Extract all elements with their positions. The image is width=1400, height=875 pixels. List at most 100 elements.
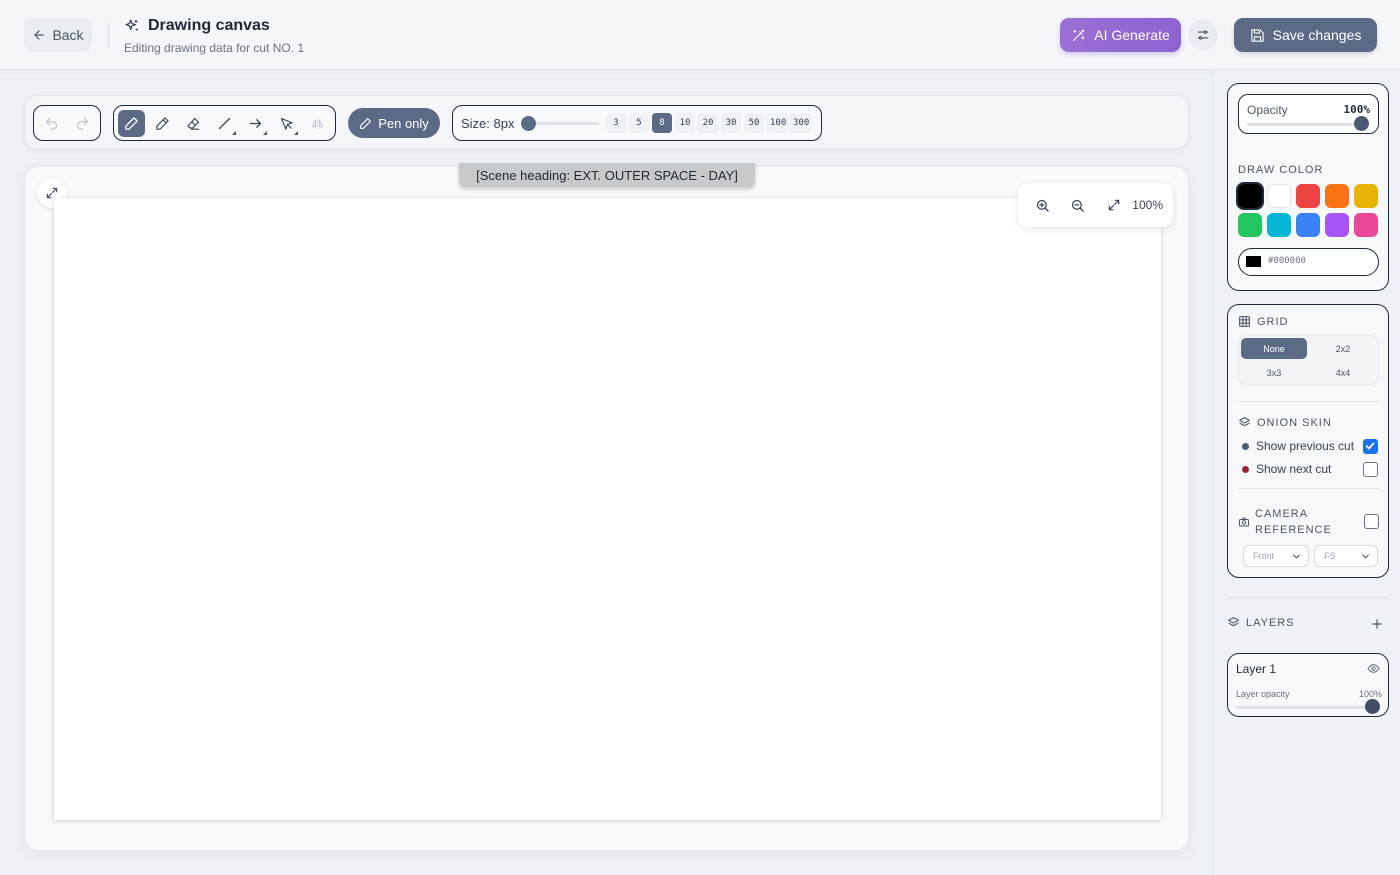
grid-option-2x2[interactable]: 2x2 <box>1310 338 1376 359</box>
camera-icon <box>1239 517 1249 527</box>
undo-icon <box>45 117 58 130</box>
color-swatch-06b6d4[interactable] <box>1267 213 1291 237</box>
brush-size-slider-handle[interactable] <box>521 116 536 131</box>
color-swatch-22c55e[interactable] <box>1238 213 1262 237</box>
show-next-row: Show next cut <box>1242 462 1331 476</box>
section-divider <box>1238 401 1379 402</box>
size-preset-30[interactable]: 30 <box>721 113 741 133</box>
color-swatch-f97316[interactable] <box>1325 184 1349 208</box>
layers-icon <box>1239 417 1250 427</box>
color-swatch-a855f7[interactable] <box>1325 213 1349 237</box>
ai-generate-button[interactable]: AI Generate <box>1060 18 1181 52</box>
grid-option-none[interactable]: None <box>1241 338 1307 359</box>
show-next-checkbox[interactable] <box>1363 462 1378 477</box>
guides-card: GRID None 2x2 3x3 4x4 ONION SKIN Show pr… <box>1227 304 1389 578</box>
pencil-tool-button[interactable] <box>149 110 176 137</box>
camera-reference-checkbox[interactable] <box>1364 514 1379 529</box>
color-swatch-ffffff[interactable] <box>1267 184 1291 208</box>
layer-opacity-label: Layer opacity <box>1236 689 1290 699</box>
layers-header: LAYERS <box>1227 614 1389 634</box>
back-label: Back <box>52 26 84 43</box>
arrow-tool-button[interactable] <box>242 110 269 137</box>
size-preset-20[interactable]: 20 <box>698 113 718 133</box>
expand-icon <box>1108 199 1120 211</box>
cursor-select-icon <box>280 117 293 130</box>
layer-opacity-handle[interactable] <box>1365 699 1380 714</box>
pencil-icon <box>156 116 169 130</box>
camera-shot-value: FS <box>1324 551 1336 561</box>
zoom-out-icon <box>1071 199 1084 212</box>
zoom-out-button[interactable] <box>1063 190 1092 220</box>
redo-button[interactable] <box>69 110 96 137</box>
pen-tool-button[interactable] <box>118 109 145 137</box>
size-preset-100[interactable]: 100 <box>767 113 790 133</box>
show-previous-row: Show previous cut <box>1242 439 1354 453</box>
camera-shot-select[interactable]: FS <box>1314 545 1378 567</box>
layers-label: LAYERS <box>1246 616 1295 629</box>
canvas-container: [Scene heading: EXT. OUTER SPACE - DAY] … <box>24 163 1189 851</box>
drawing-toolbar: Pen only Size: 8px 3 5 8 10 20 30 50 100 300 <box>24 95 1189 149</box>
ai-generate-label: AI Generate <box>1094 27 1170 43</box>
drawing-surface[interactable] <box>54 198 1161 820</box>
eraser-tool-button[interactable] <box>180 110 207 137</box>
layer-item[interactable]: Layer 1 Layer opacity 100% <box>1227 653 1389 717</box>
add-layer-button[interactable] <box>1367 614 1387 634</box>
opacity-control: Opacity 100% <box>1238 94 1379 134</box>
undo-button[interactable] <box>38 110 65 137</box>
color-swatch-eab308[interactable] <box>1354 184 1378 208</box>
layers-title: LAYERS <box>1227 616 1295 629</box>
show-previous-label: Show previous cut <box>1256 439 1355 453</box>
plus-icon <box>1372 619 1382 629</box>
size-preset-50[interactable]: 50 <box>744 113 764 133</box>
layer-visibility-toggle[interactable] <box>1367 662 1380 680</box>
layers-icon <box>1228 617 1239 627</box>
size-preset-300[interactable]: 300 <box>790 113 813 133</box>
size-preset-8[interactable]: 8 <box>652 113 672 133</box>
select-tool-button[interactable] <box>273 110 300 137</box>
zoom-in-icon <box>1036 199 1049 212</box>
color-swatch-3b82f6[interactable] <box>1296 213 1320 237</box>
opacity-slider-handle[interactable] <box>1354 116 1369 131</box>
arrow-right-icon <box>249 118 262 128</box>
settings-button[interactable] <box>1188 20 1218 50</box>
pen-only-label: Pen only <box>378 115 429 131</box>
submenu-corner-icon <box>263 130 267 135</box>
brush-size-group: Size: 8px 3 5 8 10 20 30 50 100 300 <box>452 105 822 141</box>
opacity-label: Opacity <box>1247 103 1288 117</box>
color-swatch-ec4899[interactable] <box>1354 213 1378 237</box>
back-button[interactable]: Back <box>24 18 92 51</box>
show-next-label: Show next cut <box>1256 462 1332 476</box>
layer-name: Layer 1 <box>1236 662 1277 676</box>
history-group <box>33 105 101 141</box>
camera-label-line2: REFERENCE <box>1255 524 1332 536</box>
opacity-slider-track[interactable] <box>1247 123 1369 126</box>
sliders-icon <box>1197 30 1209 40</box>
zoom-in-button[interactable] <box>1028 190 1057 220</box>
grid-option-3x3[interactable]: 3x3 <box>1241 362 1307 383</box>
color-swatch-ef4444[interactable] <box>1296 184 1320 208</box>
chevron-down-icon <box>1293 554 1300 559</box>
camera-view-select[interactable]: Front <box>1243 545 1309 567</box>
onion-skin-header: ONION SKIN <box>1238 416 1332 429</box>
draw-color-label: DRAW COLOR <box>1238 164 1324 176</box>
camera-reference-label: CAMERA REFERENCE <box>1255 506 1332 538</box>
scene-heading-label: [Scene heading: EXT. OUTER SPACE - DAY] <box>459 163 755 187</box>
pen-only-toggle[interactable]: Pen only <box>348 108 440 138</box>
hex-color-input[interactable]: #000000 <box>1238 248 1379 276</box>
show-previous-checkbox[interactable] <box>1363 439 1378 454</box>
mirror-tool-button[interactable] <box>304 110 331 137</box>
color-swatch-000000[interactable] <box>1236 182 1264 210</box>
size-preset-3[interactable]: 3 <box>606 113 626 133</box>
tools-group <box>113 105 336 141</box>
fit-zoom-button[interactable] <box>1100 190 1129 220</box>
next-cut-dot <box>1242 465 1249 473</box>
line-tool-button[interactable] <box>211 110 238 137</box>
layer-opacity-track[interactable] <box>1236 706 1374 709</box>
size-preset-5[interactable]: 5 <box>629 113 649 133</box>
size-preset-10[interactable]: 10 <box>675 113 695 133</box>
page-title: Drawing canvas <box>148 17 270 34</box>
save-changes-button[interactable]: Save changes <box>1234 18 1377 52</box>
grid-option-4x4[interactable]: 4x4 <box>1310 362 1376 383</box>
layer-opacity-value: 100% <box>1358 689 1382 699</box>
hex-color-value: #000000 <box>1268 256 1306 266</box>
